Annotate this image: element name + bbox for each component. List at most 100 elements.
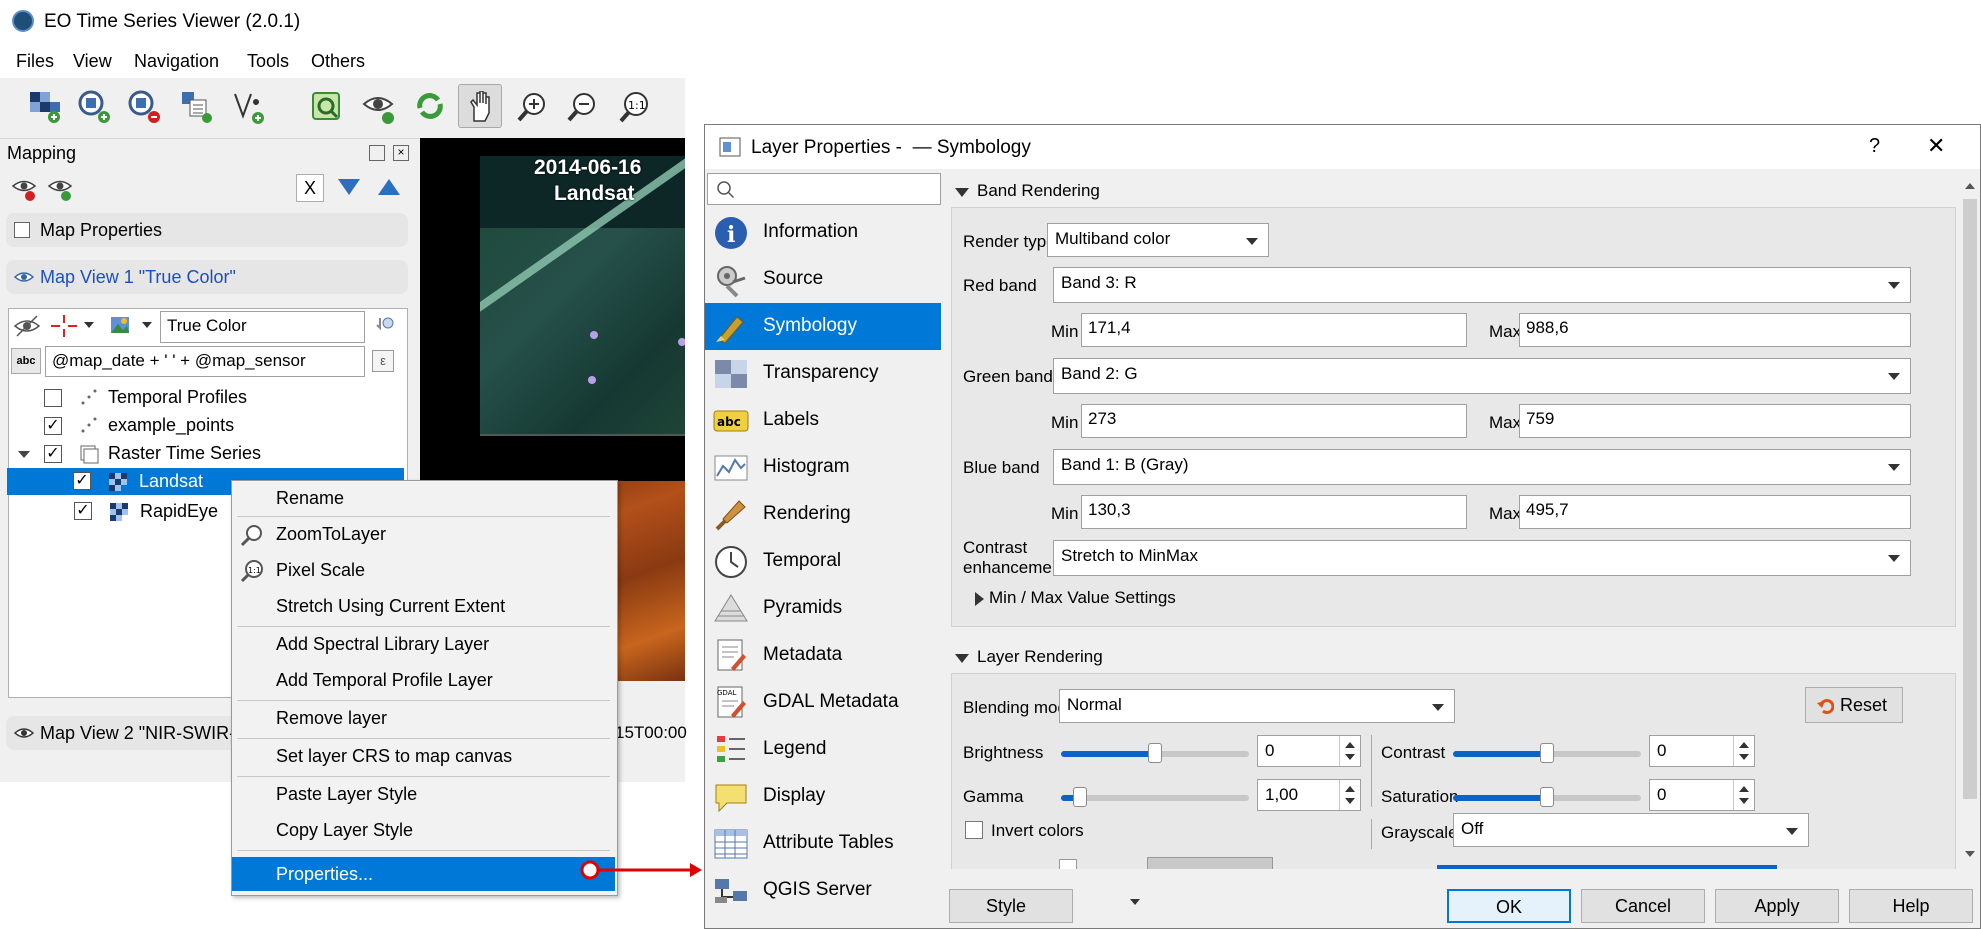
cancel-button[interactable]: Cancel — [1581, 889, 1705, 923]
green-min-input[interactable]: 273 — [1081, 404, 1467, 438]
move-down-icon[interactable] — [338, 179, 360, 195]
slider-handle[interactable] — [1072, 787, 1087, 807]
blue-band-select[interactable]: Band 1: B (Gray) — [1053, 449, 1911, 485]
sync-icon[interactable] — [408, 84, 452, 128]
blue-max-input[interactable]: 495,7 — [1519, 495, 1911, 529]
gamma-slider[interactable] — [1061, 787, 1249, 807]
layer-checkbox[interactable]: ✓ — [74, 502, 92, 520]
ok-button[interactable]: OK — [1447, 889, 1571, 923]
brightness-spinbox[interactable]: 0 — [1257, 735, 1361, 767]
sidebar-item-transparency[interactable]: Transparency — [705, 350, 941, 397]
sidebar-item-labels[interactable]: abc Labels — [705, 397, 941, 444]
collapse-band-rendering-icon[interactable] — [955, 188, 969, 197]
grayscale-select[interactable]: Off — [1453, 813, 1809, 847]
invert-colors-checkbox[interactable] — [965, 821, 983, 839]
layer-checkbox[interactable]: ✓ — [73, 472, 91, 490]
menu-others[interactable]: Others — [311, 51, 365, 72]
sidebar-item-qgis-server[interactable]: QGIS Server — [705, 867, 941, 914]
apply-button[interactable]: Apply — [1715, 889, 1839, 923]
hide-layer-icon[interactable] — [11, 176, 38, 207]
menu-tools[interactable]: Tools — [247, 51, 289, 72]
menu-zoom-to-layer[interactable]: ZoomToLayer — [232, 517, 615, 551]
zoom-native-icon[interactable]: 1:1 — [612, 84, 656, 128]
sidebar-item-source[interactable]: Source — [705, 256, 941, 303]
gamma-spinbox[interactable]: 1,00 — [1257, 779, 1361, 811]
zoom-in-icon[interactable] — [510, 84, 554, 128]
menu-navigation[interactable]: Navigation — [134, 51, 219, 72]
add-map-view-icon[interactable] — [72, 84, 116, 128]
menu-copy-layer-style[interactable]: Copy Layer Style — [232, 813, 615, 847]
eye-icon[interactable] — [14, 726, 34, 740]
saturation-slider[interactable] — [1453, 787, 1641, 807]
sidebar-item-attribute-tables[interactable]: Attribute Tables — [705, 820, 941, 867]
collapse-layer-rendering-icon[interactable] — [955, 654, 969, 663]
expand-minmax-icon[interactable] — [975, 592, 984, 606]
add-vector-icon[interactable] — [174, 84, 218, 128]
brightness-slider[interactable] — [1061, 743, 1249, 763]
colorize-checkbox[interactable] — [1059, 859, 1077, 869]
scrollbar-thumb[interactable] — [1963, 199, 1977, 799]
menu-add-temporal-profile[interactable]: Add Temporal Profile Layer — [232, 663, 615, 697]
eye-icon[interactable] — [356, 84, 400, 128]
strength-slider[interactable] — [1437, 865, 1777, 869]
menu-pixel-scale[interactable]: 1:1 Pixel Scale — [232, 553, 615, 587]
spin-arrows-icon[interactable] — [1733, 736, 1754, 766]
label-expression-input[interactable]: @map_date + ' ' + @map_sensor — [45, 346, 365, 377]
move-up-icon[interactable] — [378, 179, 400, 195]
scroll-up-icon[interactable] — [1965, 183, 1975, 189]
reset-button[interactable]: Reset — [1805, 687, 1903, 723]
contrast-enhancement-select[interactable]: Stretch to MinMax — [1053, 540, 1911, 576]
blending-mode-select[interactable]: Normal — [1059, 689, 1455, 723]
help-title-button[interactable]: ? — [1869, 135, 1880, 158]
style-button[interactable]: Style — [949, 889, 1141, 925]
refresh-icon[interactable] — [304, 84, 348, 128]
spin-arrows-icon[interactable] — [1733, 780, 1754, 810]
menu-add-spectral-library[interactable]: Add Spectral Library Layer — [232, 627, 615, 661]
sidebar-item-rendering[interactable]: Rendering — [705, 491, 941, 538]
close-dialog-button[interactable]: ✕ — [1927, 133, 1945, 159]
map-view-name-input[interactable]: True Color — [160, 311, 365, 343]
clear-button[interactable]: X — [296, 174, 324, 202]
blue-min-input[interactable]: 130,3 — [1081, 495, 1467, 529]
slider-handle[interactable] — [1540, 787, 1554, 807]
pan-hand-icon[interactable] — [458, 84, 502, 128]
spin-arrows-icon[interactable] — [1339, 780, 1360, 810]
map-properties-group[interactable]: Map Properties — [6, 213, 408, 247]
colorize-color-button[interactable] — [1147, 857, 1273, 869]
contrast-slider[interactable] — [1453, 743, 1641, 763]
menu-set-layer-crs[interactable]: Set layer CRS to map canvas — [232, 739, 615, 773]
menu-paste-layer-style[interactable]: Paste Layer Style — [232, 777, 615, 811]
sidebar-item-symbology[interactable]: Symbology — [705, 303, 941, 350]
layer-style-icon[interactable] — [108, 312, 134, 338]
green-band-select[interactable]: Band 2: G — [1053, 358, 1911, 394]
layer-checkbox[interactable]: ✓ — [44, 445, 62, 463]
sidebar-item-metadata[interactable]: Metadata — [705, 632, 941, 679]
crosshair-icon[interactable] — [50, 314, 78, 338]
map-properties-checkbox[interactable] — [14, 222, 30, 238]
layer-item-example-points[interactable]: ✓ example_points — [8, 412, 408, 440]
add-vector-point-icon[interactable] — [226, 84, 270, 128]
red-max-input[interactable]: 988,6 — [1519, 313, 1911, 347]
red-band-select[interactable]: Band 3: R — [1053, 267, 1911, 303]
add-raster-icon[interactable] — [22, 84, 66, 128]
expression-builder-icon[interactable]: ε — [372, 350, 394, 372]
menu-files[interactable]: Files — [16, 51, 54, 72]
chevron-down-icon[interactable] — [142, 322, 152, 328]
slider-handle[interactable] — [1540, 743, 1554, 763]
scrollbar[interactable] — [1961, 169, 1979, 869]
sidebar-item-display[interactable]: Display — [705, 773, 941, 820]
sidebar-item-temporal[interactable]: Temporal — [705, 538, 941, 585]
green-max-input[interactable]: 759 — [1519, 404, 1911, 438]
slider-handle[interactable] — [1148, 743, 1162, 763]
layer-checkbox[interactable]: ✓ — [44, 417, 62, 435]
remove-map-view-icon[interactable] — [122, 84, 166, 128]
zoom-out-icon[interactable] — [560, 84, 604, 128]
layer-checkbox[interactable] — [44, 389, 62, 407]
query-icon[interactable] — [372, 314, 396, 338]
layer-group-raster-time-series[interactable]: ✓ Raster Time Series — [8, 440, 408, 468]
sidebar-item-histogram[interactable]: Histogram — [705, 444, 941, 491]
minmax-settings-label[interactable]: Min / Max Value Settings — [989, 588, 1176, 608]
menu-rename[interactable]: Rename — [232, 481, 615, 515]
show-layer-icon[interactable] — [47, 176, 74, 207]
menu-stretch-current-extent[interactable]: Stretch Using Current Extent — [232, 589, 615, 623]
